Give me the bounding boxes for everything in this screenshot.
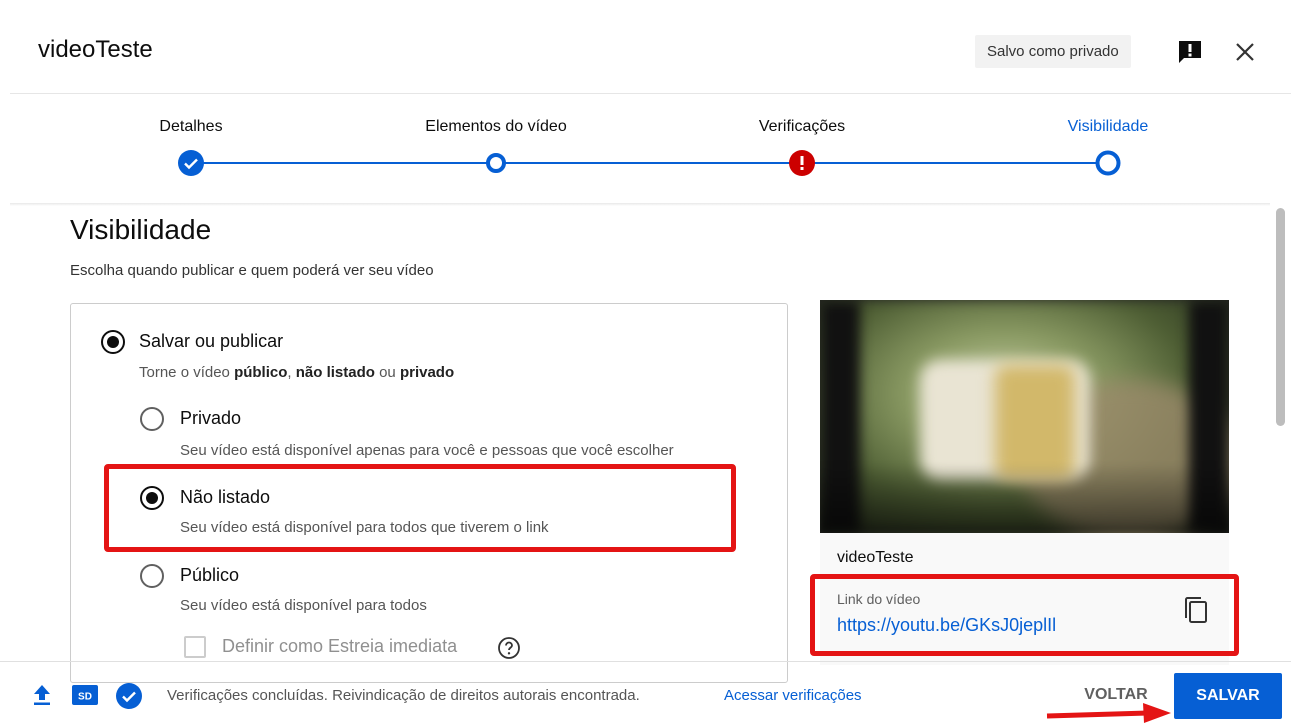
stepper-divider <box>10 203 1270 206</box>
unlisted-label[interactable]: Não listado <box>180 487 270 508</box>
scrollbar[interactable] <box>1276 208 1285 426</box>
save-button[interactable]: SALVAR <box>1174 673 1282 719</box>
step-label-checks[interactable]: Verificações <box>759 118 845 136</box>
video-thumbnail[interactable] <box>820 300 1229 533</box>
private-desc: Seu vídeo está disponível apenas para vo… <box>180 442 674 459</box>
step-completed-check-icon[interactable] <box>178 150 204 176</box>
saved-status-badge: Salvo como privado <box>975 35 1131 68</box>
footer-status-text: Verificações concluídas. Reivindicação d… <box>167 687 640 704</box>
view-checks-link[interactable]: Acessar verificações <box>724 687 862 704</box>
private-radio[interactable] <box>140 407 164 431</box>
video-link[interactable]: https://youtu.be/GKsJ0jeplIl <box>837 615 1056 636</box>
public-radio[interactable] <box>140 564 164 588</box>
public-desc: Seu vídeo está disponível para todos <box>180 597 427 614</box>
video-link-caption: Link do vídeo <box>837 591 921 607</box>
help-icon[interactable] <box>497 636 521 660</box>
step-label-elements[interactable]: Elementos do vídeo <box>425 118 566 136</box>
preview-video-name: videoTeste <box>837 549 914 566</box>
step-label-visibility[interactable]: Visibilidade <box>1068 118 1149 136</box>
visibility-subtitle: Escolha quando publicar e quem poderá ve… <box>70 262 434 279</box>
unlisted-radio[interactable] <box>140 486 164 510</box>
premiere-label: Definir como Estreia imediata <box>222 636 458 656</box>
save-publish-desc: Torne o vídeo público, não listado ou pr… <box>139 364 455 381</box>
upload-stepper: Detalhes Elementos do vídeo Verificações… <box>0 94 1291 204</box>
sd-badge-icon: SD <box>72 685 98 705</box>
dialog-header: videoTeste Salvo como privado <box>0 0 1291 94</box>
upload-icon <box>34 685 50 705</box>
video-title: videoTeste <box>38 36 153 63</box>
svg-text:SD: SD <box>78 692 92 703</box>
footer-divider <box>0 661 1291 662</box>
save-publish-radio[interactable] <box>101 330 125 354</box>
public-label[interactable]: Público <box>180 565 239 586</box>
unlisted-desc: Seu vídeo está disponível para todos que… <box>180 519 549 536</box>
annotation-arrow <box>1046 703 1171 723</box>
private-label[interactable]: Privado <box>180 408 241 429</box>
close-icon[interactable] <box>1233 40 1257 64</box>
step-visited-dot-icon[interactable] <box>483 150 509 176</box>
save-publish-label: Salvar ou publicar <box>139 331 284 351</box>
step-label-details[interactable]: Detalhes <box>159 118 222 136</box>
stepper-track <box>191 162 1108 164</box>
visibility-options-panel <box>70 303 788 683</box>
visibility-heading: Visibilidade <box>70 214 212 245</box>
premiere-checkbox[interactable] <box>184 636 206 658</box>
step-active-dot-icon[interactable] <box>1095 150 1121 176</box>
checks-complete-icon <box>116 683 142 709</box>
feedback-icon[interactable] <box>1177 40 1203 64</box>
copy-icon[interactable] <box>1182 596 1212 628</box>
step-error-icon[interactable] <box>789 150 815 176</box>
